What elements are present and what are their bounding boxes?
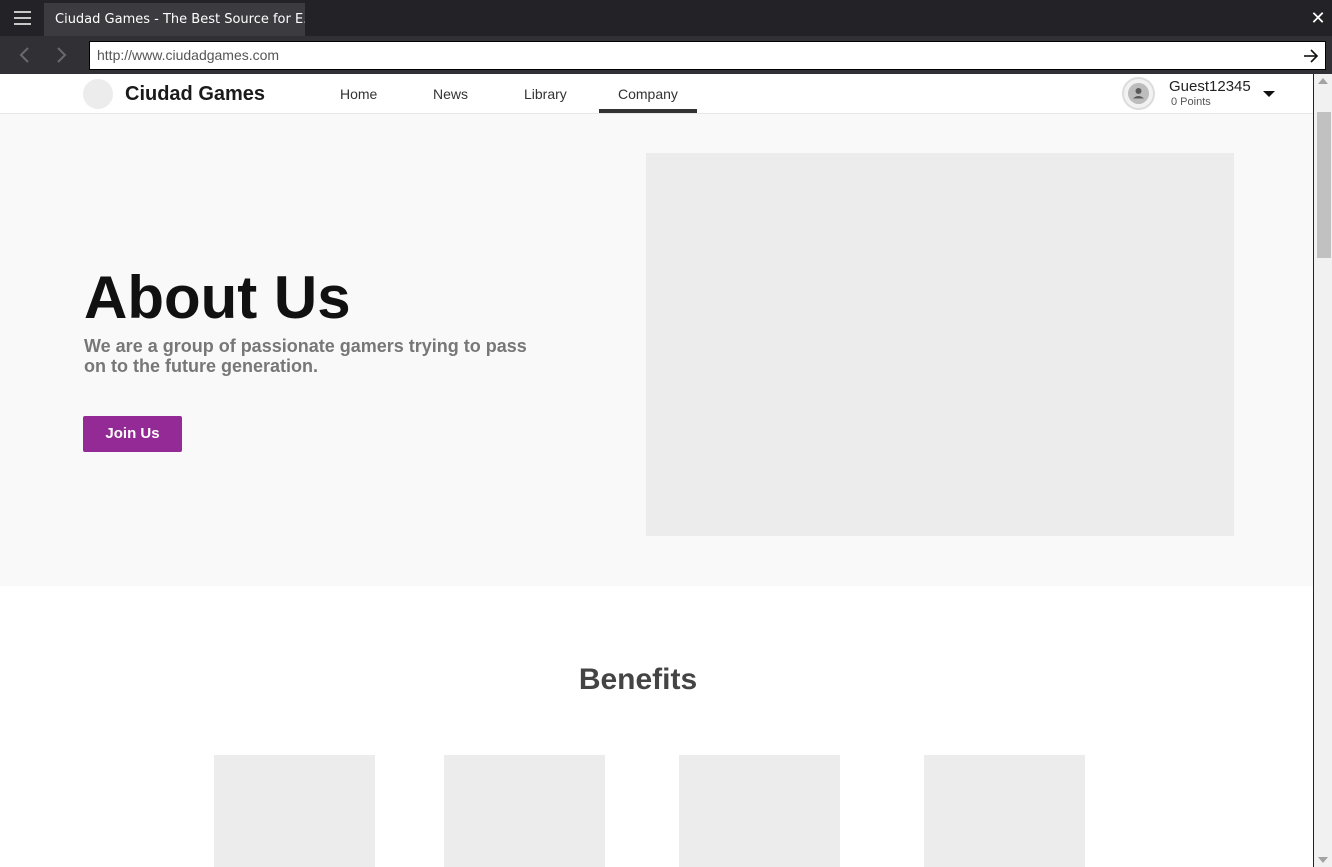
address-text: http://www.ciudadgames.com — [97, 47, 280, 63]
person-icon — [1128, 83, 1149, 104]
page-title: About Us — [84, 264, 351, 331]
user-avatar-icon[interactable] — [1122, 77, 1155, 110]
hero-subtitle: We are a group of passionate gamers tryi… — [84, 336, 527, 376]
close-icon[interactable]: ✕ — [1308, 8, 1328, 28]
web-page: Ciudad Games Home News Library Company G… — [0, 74, 1313, 867]
back-arrow-icon[interactable] — [17, 46, 33, 64]
benefits-heading: Benefits — [578, 663, 698, 696]
active-nav-indicator — [599, 109, 697, 113]
benefit-card — [924, 755, 1085, 867]
benefit-card — [444, 755, 605, 867]
nav-home[interactable]: Home — [340, 86, 377, 102]
brand-name[interactable]: Ciudad Games — [125, 82, 265, 106]
browser-tab[interactable]: Ciudad Games - The Best Source for E... — [44, 3, 305, 36]
user-name[interactable]: Guest12345 — [1169, 79, 1251, 95]
nav-company[interactable]: Company — [618, 86, 678, 102]
scroll-down-icon[interactable] — [1318, 857, 1328, 863]
go-arrow-icon[interactable] — [1302, 47, 1320, 65]
hero-section: About Us We are a group of passionate ga… — [0, 114, 1313, 586]
benefit-card — [214, 755, 375, 867]
hero-image-placeholder — [646, 153, 1234, 536]
hamburger-menu-icon[interactable] — [0, 0, 44, 36]
scroll-thumb[interactable] — [1317, 112, 1331, 258]
nav-library[interactable]: Library — [524, 86, 567, 102]
forward-arrow-icon[interactable] — [53, 46, 69, 64]
logo[interactable] — [83, 79, 113, 109]
site-header: Ciudad Games Home News Library Company G… — [0, 74, 1313, 114]
scroll-up-icon[interactable] — [1318, 78, 1328, 84]
join-us-button[interactable]: Join Us — [83, 416, 182, 452]
address-bar[interactable]: http://www.ciudadgames.com — [89, 41, 1326, 70]
benefit-card — [679, 755, 840, 867]
user-dropdown-caret-icon[interactable] — [1263, 91, 1275, 97]
vertical-scrollbar[interactable] — [1313, 74, 1332, 867]
browser-titlebar: Ciudad Games - The Best Source for E... … — [0, 0, 1332, 36]
user-points: 0 Points — [1171, 96, 1211, 108]
nav-news[interactable]: News — [433, 86, 468, 102]
